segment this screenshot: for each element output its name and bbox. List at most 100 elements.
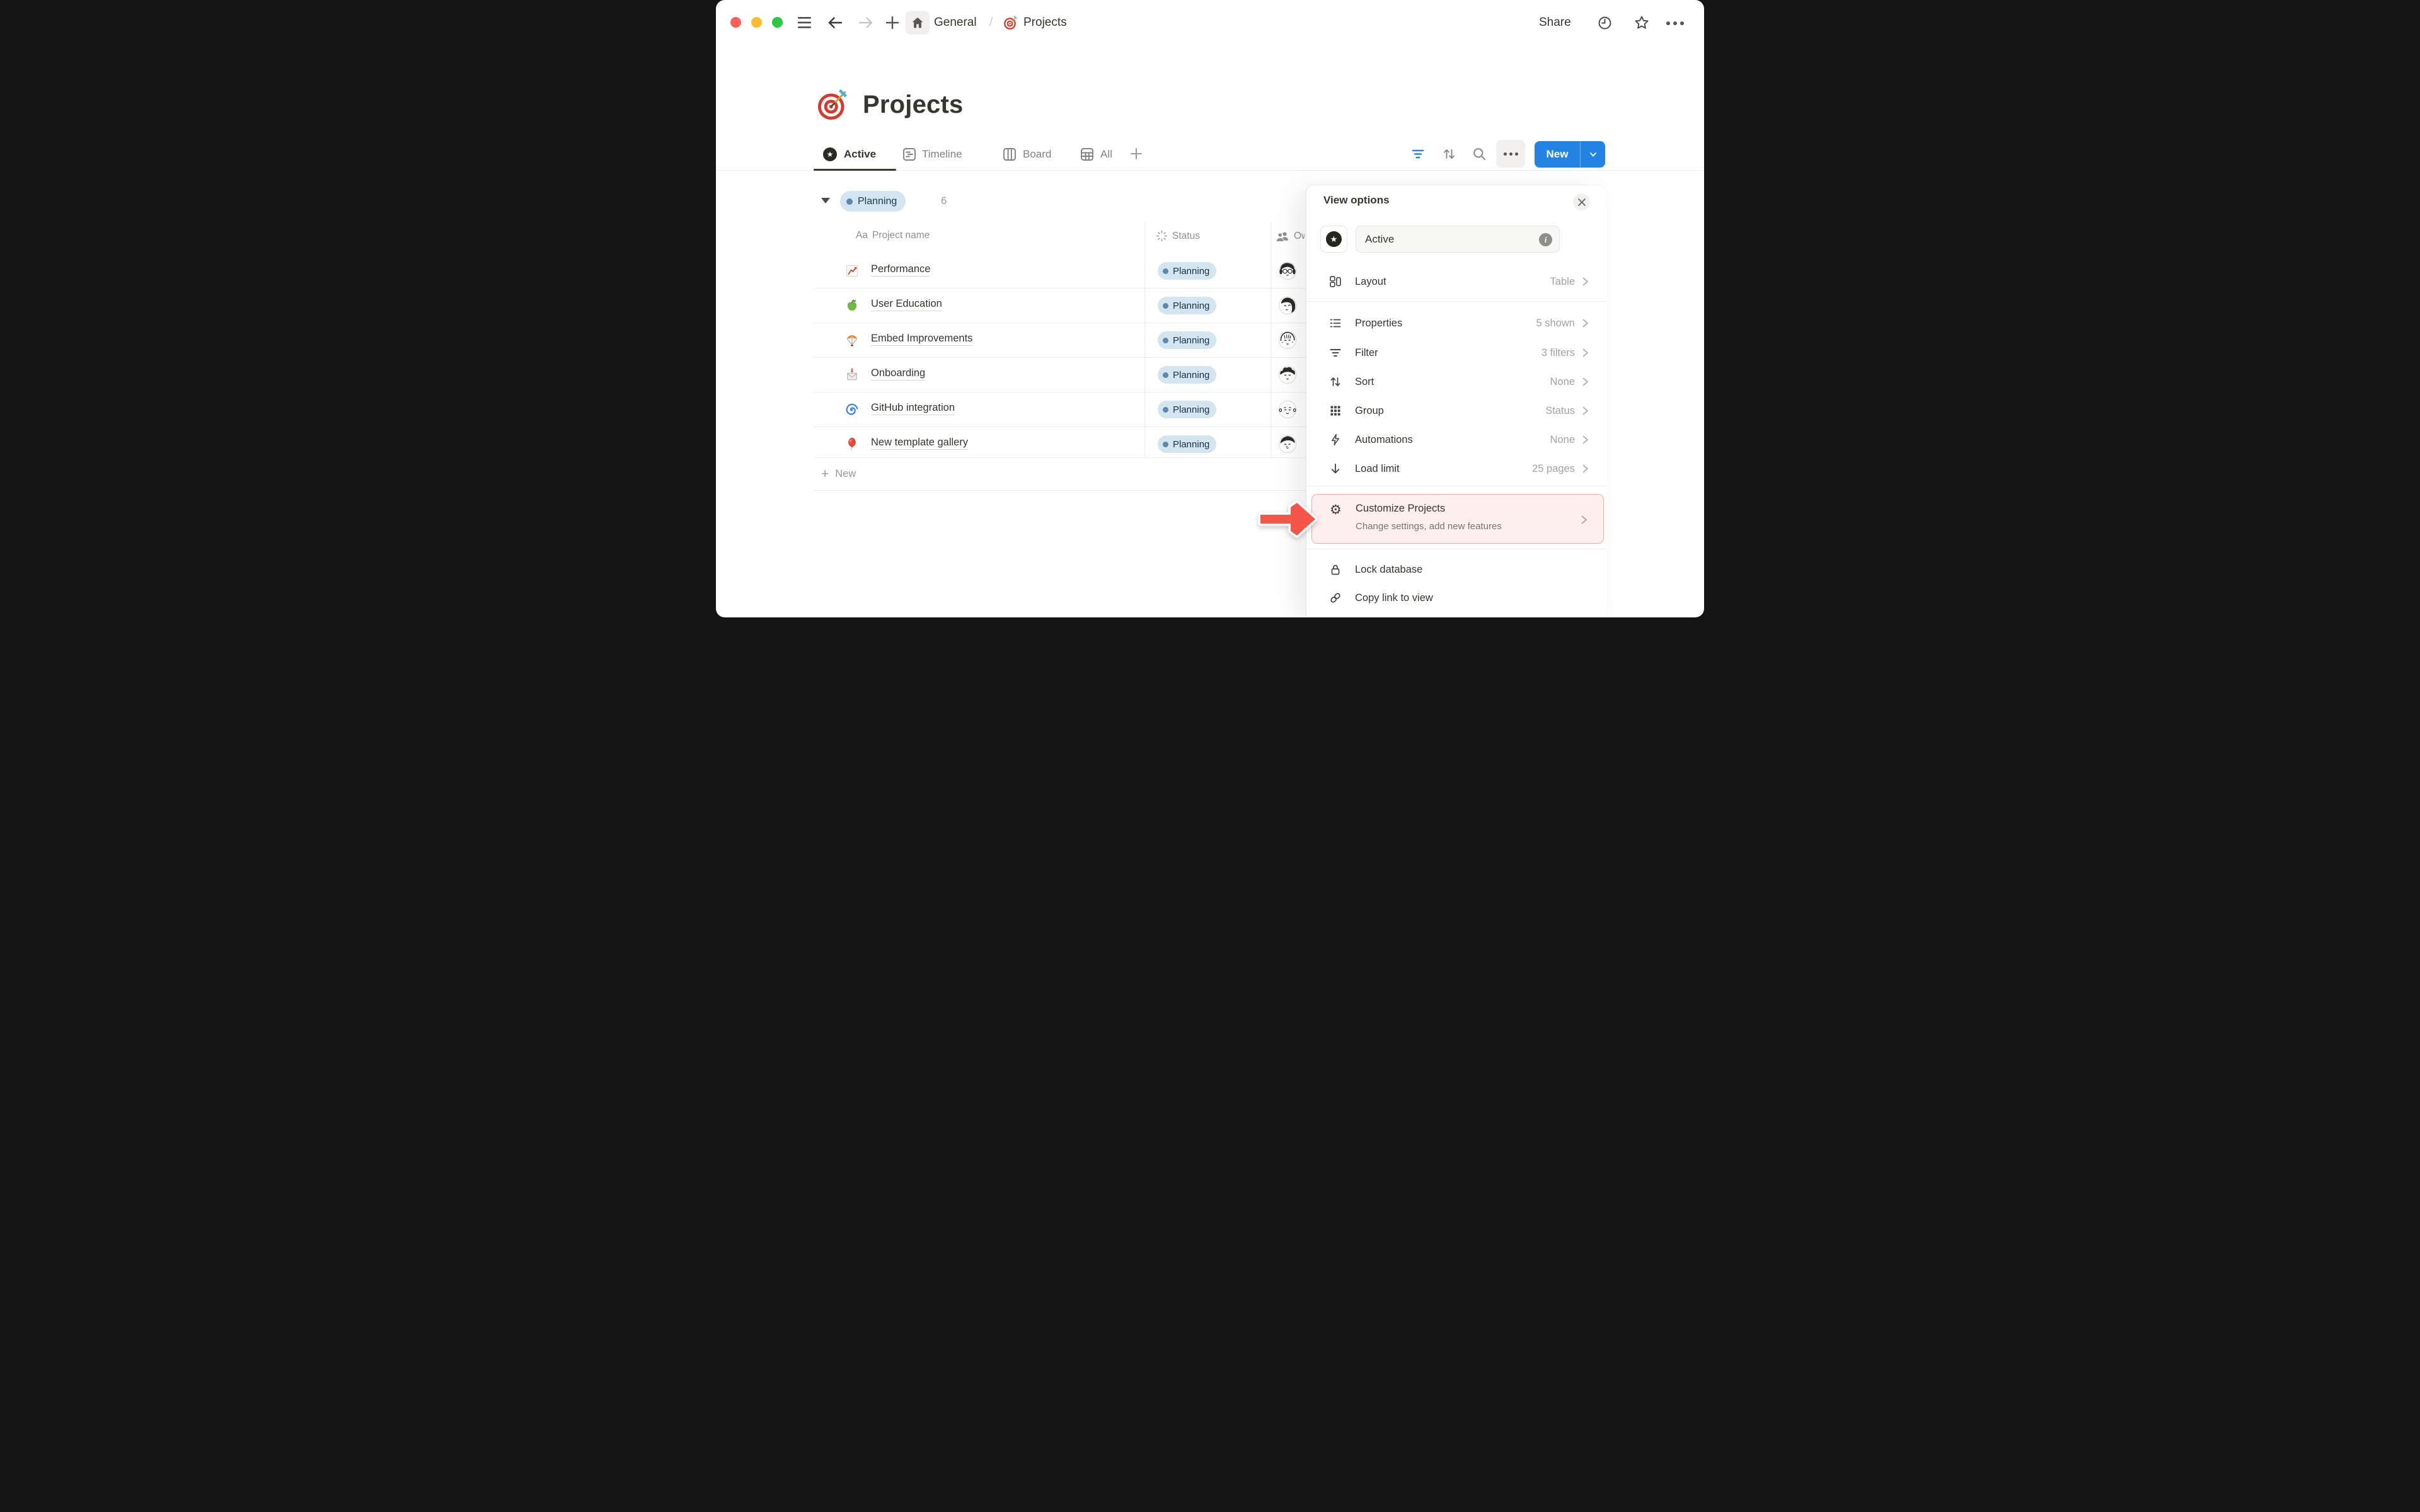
customize-projects-row[interactable]: ⚙ Customize Projects Change settings, ad… [1311, 494, 1604, 544]
avatar-person-bangs[interactable] [1277, 330, 1298, 350]
emoji-cyclone-icon [845, 403, 859, 416]
column-header-owner[interactable]: Owner [1276, 230, 1305, 243]
chevron-right-icon [1581, 404, 1589, 417]
status-pill[interactable]: Planning [1158, 401, 1216, 418]
panel-row-sort[interactable]: Sort None [1306, 367, 1606, 396]
breadcrumb-separator: / [989, 16, 993, 30]
row-title-link[interactable]: GitHub integration [871, 402, 955, 415]
history-clock-icon[interactable] [1597, 15, 1613, 31]
sort-icon[interactable] [1442, 147, 1456, 161]
table-row[interactable]: Embed Improvements Planning [814, 323, 1306, 358]
status-pill[interactable]: Planning [1158, 331, 1216, 349]
panel-row-layout[interactable]: Layout Table [1306, 267, 1606, 296]
share-button[interactable]: Share [1539, 16, 1571, 30]
filter-icon[interactable] [1411, 147, 1425, 161]
breadcrumb-section[interactable]: General [934, 16, 977, 30]
home-button[interactable] [906, 11, 930, 35]
panel-row-load-limit[interactable]: Load limit 25 pages [1306, 454, 1606, 483]
view-name-value: Active [1365, 233, 1394, 246]
page-title[interactable]: Projects [863, 91, 963, 119]
home-icon [911, 16, 925, 30]
group-status-label: Planning [858, 196, 897, 207]
tab-all[interactable]: All [1100, 148, 1112, 161]
plus-icon: + [821, 467, 829, 481]
lightning-icon [1329, 433, 1342, 446]
chevron-right-icon [1581, 462, 1589, 475]
row-title-link[interactable]: Embed Improvements [871, 333, 972, 346]
view-more-button[interactable] [1496, 140, 1525, 168]
traffic-zoom-button[interactable] [772, 17, 783, 28]
table-row[interactable]: User Education Planning [814, 289, 1306, 323]
status-pill[interactable]: Planning [1158, 297, 1216, 314]
table-row[interactable]: Performance Planning [814, 254, 1306, 289]
status-pill[interactable]: Planning [1158, 435, 1216, 453]
avatar-person-bald[interactable] [1277, 399, 1298, 420]
forward-icon[interactable] [858, 15, 874, 30]
page-emoji-target-icon[interactable] [817, 88, 850, 121]
search-icon[interactable] [1472, 147, 1487, 161]
text-type-icon: Aa [856, 230, 868, 241]
emoji-envelope-arrow-icon [845, 368, 859, 382]
tab-board-icon [1003, 147, 1017, 161]
annotation-arrow-icon [1255, 496, 1321, 542]
new-row-label: New [835, 468, 856, 480]
view-name-input[interactable]: Active i [1356, 226, 1560, 253]
table-row[interactable]: New template gallery Planning [814, 427, 1306, 461]
new-button[interactable]: New [1535, 141, 1605, 168]
back-icon[interactable] [827, 15, 843, 30]
properties-icon [1329, 317, 1342, 329]
emoji-parachute-icon [845, 333, 859, 347]
panel-row-copy-link[interactable]: Copy link to view [1306, 583, 1606, 612]
table-row[interactable]: GitHub integration Planning [814, 392, 1306, 427]
new-dropdown-chevron-icon[interactable] [1581, 149, 1605, 159]
panel-row-lock-database[interactable]: Lock database [1306, 555, 1606, 584]
close-panel-button[interactable] [1573, 193, 1590, 210]
chevron-right-icon [1581, 433, 1589, 446]
traffic-minimize-button[interactable] [751, 17, 762, 28]
status-pill[interactable]: Planning [1158, 262, 1216, 280]
panel-row-properties[interactable]: Properties 5 shown [1306, 309, 1606, 338]
emoji-chart-increasing-icon [845, 264, 859, 278]
panel-row-group[interactable]: Group Status [1306, 396, 1606, 425]
tab-board[interactable]: Board [1023, 148, 1051, 161]
table-header-row: Aa Project name Status Owner [814, 222, 1305, 254]
traffic-close-button[interactable] [730, 17, 741, 28]
notion-window: General / Projects Share Projects ★ Acti… [716, 0, 1704, 617]
breadcrumb-page[interactable]: Projects [1023, 16, 1067, 30]
status-pill[interactable]: Planning [1158, 366, 1216, 384]
sidebar-menu-icon[interactable] [798, 16, 812, 29]
tab-active[interactable]: Active [844, 148, 876, 161]
breadcrumb-page-emoji-target-icon [1003, 15, 1018, 30]
new-button-label: New [1535, 148, 1580, 161]
table-row[interactable]: Onboarding Planning [814, 358, 1306, 392]
row-title-link[interactable]: New template gallery [871, 437, 968, 450]
row-title-link[interactable]: Performance [871, 263, 930, 277]
new-row-button[interactable]: + New [814, 458, 1306, 491]
avatar-person-wavy[interactable] [1277, 434, 1298, 454]
column-header-name[interactable]: Aa Project name [856, 230, 930, 241]
avatar-person-curly[interactable] [1277, 365, 1298, 385]
view-icon-button[interactable]: ★ [1320, 226, 1347, 253]
row-title-link[interactable]: User Education [871, 298, 942, 311]
avatar-woman-glasses[interactable] [1277, 261, 1298, 281]
avatar-woman-side-hair[interactable] [1277, 295, 1298, 316]
tab-timeline[interactable]: Timeline [922, 148, 962, 161]
row-title-link[interactable]: Onboarding [871, 367, 925, 381]
favorite-star-icon[interactable] [1634, 14, 1650, 31]
panel-title: View options [1323, 194, 1390, 207]
link-icon [1329, 592, 1342, 604]
close-icon [1577, 198, 1586, 207]
add-view-plus-icon[interactable] [1129, 147, 1143, 161]
info-icon[interactable]: i [1539, 233, 1552, 246]
customize-title: Customize Projects [1356, 503, 1445, 515]
group-collapse-caret[interactable] [821, 198, 830, 203]
more-options-icon[interactable] [1666, 21, 1684, 25]
column-header-status[interactable]: Status [1156, 230, 1200, 242]
emoji-balloon-icon [845, 437, 859, 451]
group-status-pill[interactable]: Planning [840, 191, 906, 212]
status-dot [846, 198, 853, 205]
active-tab-underline [814, 169, 896, 171]
new-page-plus-icon[interactable] [885, 16, 900, 30]
panel-row-automations[interactable]: Automations None [1306, 425, 1606, 454]
panel-row-filter[interactable]: Filter 3 filters [1306, 338, 1606, 367]
